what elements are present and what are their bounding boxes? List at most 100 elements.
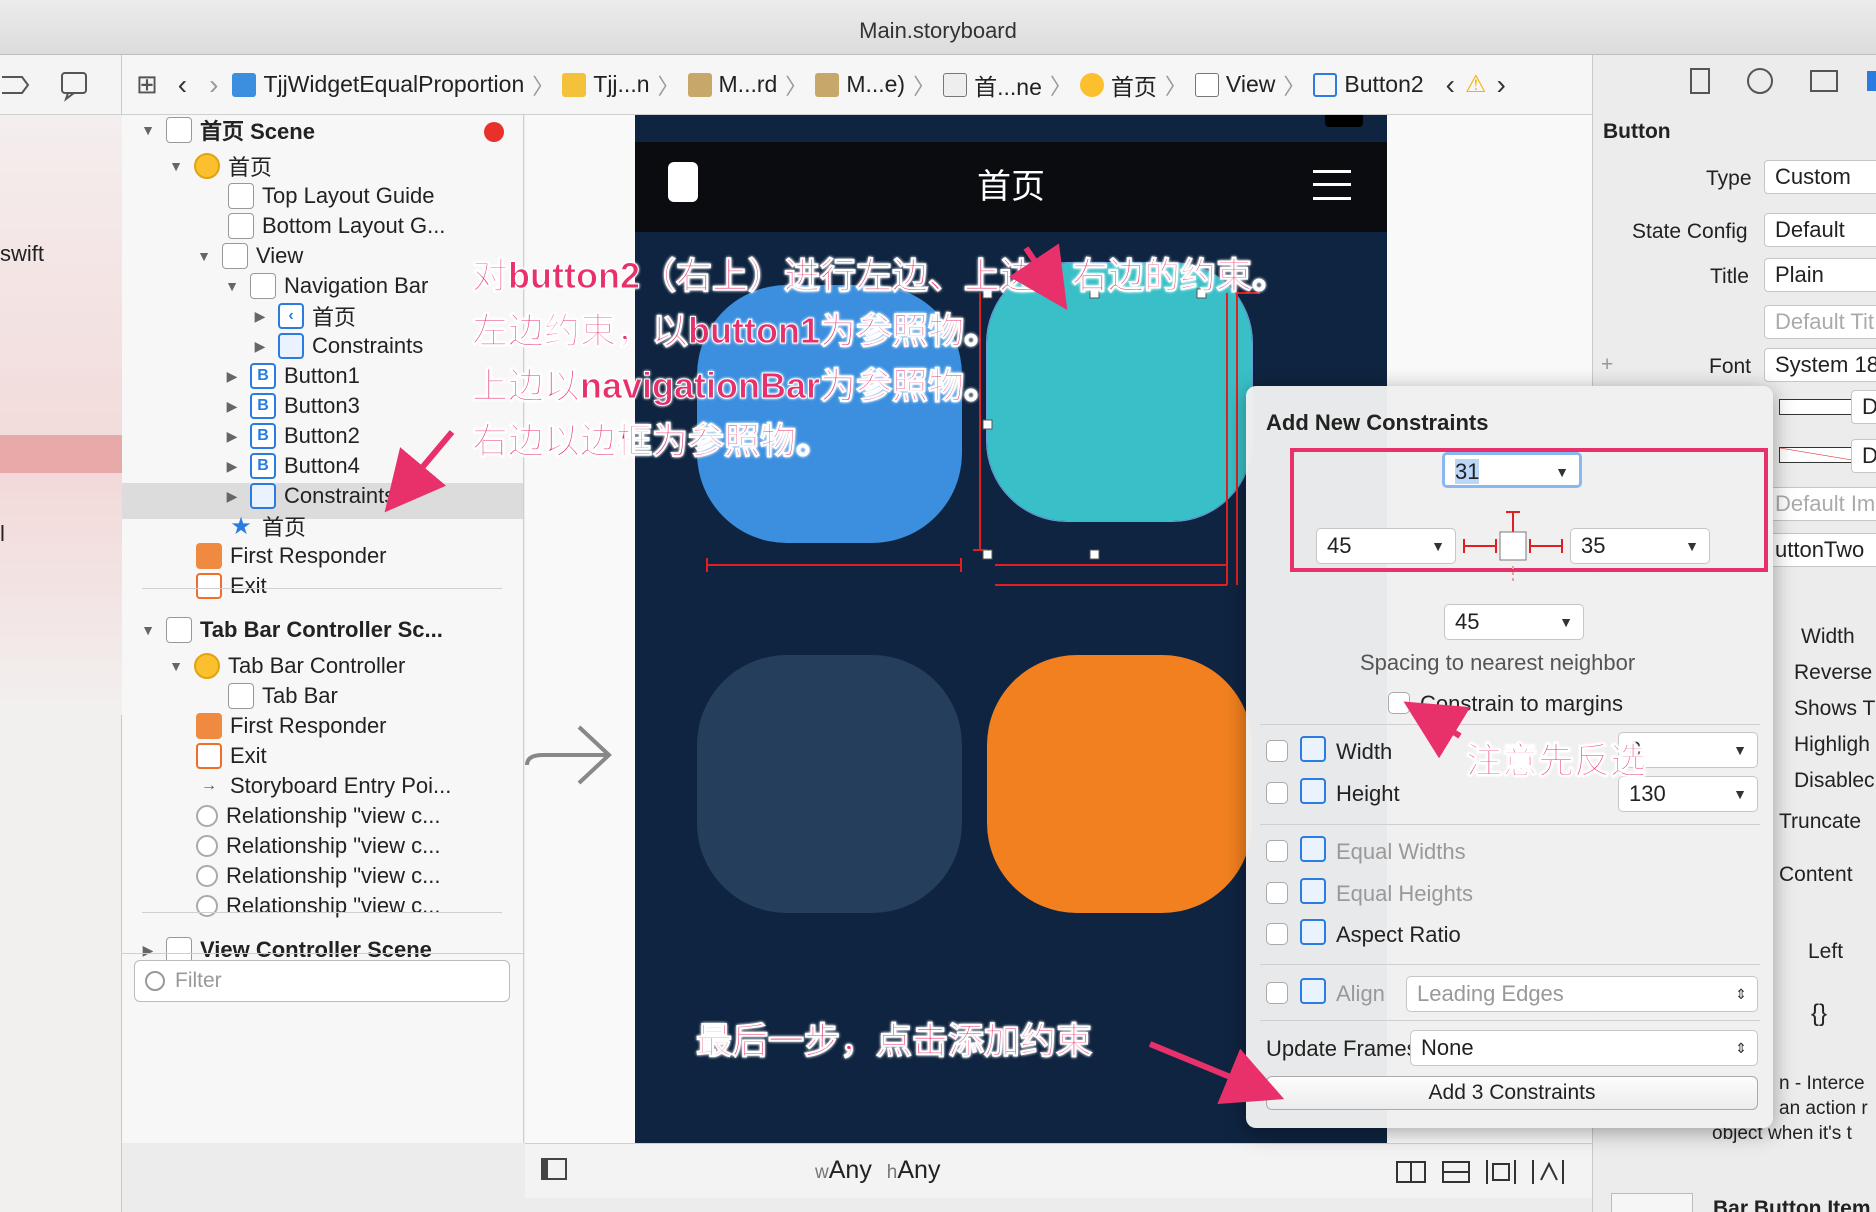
jumpbar-button2[interactable]: Button2 [1313, 71, 1424, 98]
annotation-line-2: 左边约束，以button1为参照物。 [472, 310, 1001, 352]
first-responder-icon [196, 543, 222, 569]
top-spacing-field[interactable]: 31 ▼ [1442, 452, 1582, 488]
related-items-icon[interactable]: ⊞ [136, 69, 158, 100]
library-item-thumb[interactable] [1611, 1193, 1693, 1212]
outline-row[interactable]: Exit [196, 568, 267, 604]
jumpbar-scene[interactable]: 首...ne [943, 68, 1042, 102]
exit-icon [196, 743, 222, 769]
constrain-to-margins-checkbox[interactable] [1388, 692, 1410, 714]
aspect-ratio-label: Aspect Ratio [1336, 922, 1461, 947]
outline-row[interactable]: ▼ 首页 Scene [140, 112, 315, 148]
inspector-tabs[interactable] [1593, 55, 1876, 115]
background-field[interactable]: uttonTwo [1764, 533, 1876, 567]
align-checkbox[interactable] [1266, 982, 1288, 1004]
highlighted-checkbox-label[interactable]: Highligh [1794, 733, 1870, 757]
filter-icon [145, 971, 165, 991]
type-select[interactable]: Custom [1764, 160, 1876, 194]
navigator-selected-row[interactable] [0, 435, 122, 473]
relationship-icon [196, 835, 218, 857]
update-frames-select[interactable]: None ⇕ [1410, 1030, 1758, 1066]
toggle-outline-icon[interactable] [541, 1158, 567, 1180]
jumpbar-storyboard[interactable]: M...rd [687, 71, 777, 98]
annotation-line-3: 上边以navigationBar为参照物。 [471, 365, 1001, 407]
width-label: Width [1336, 739, 1393, 764]
text-color-select[interactable]: De [1851, 390, 1876, 424]
size-class-selector[interactable]: wAny hAny [815, 1156, 940, 1185]
relationship-icon [196, 865, 218, 887]
constraints-icon [278, 333, 304, 359]
file-label[interactable]: l [0, 521, 5, 547]
line-break-select[interactable]: Truncate [1779, 810, 1861, 834]
state-config-select[interactable]: Default [1764, 213, 1876, 247]
jump-bar: ⊞ ‹ › TjjWidgetEqualProportion 〉 Tjj...n 〉… [122, 55, 1592, 115]
disabled-checkbox-label[interactable]: Disablec [1794, 769, 1875, 793]
outline-row[interactable]: ▼ Tab Bar Controller Sc... [140, 612, 443, 648]
document-outline: ▼ 首页 Scene ▼ 首页 Top Layout Guide Bottom La… [122, 115, 524, 1143]
jumpbar-project[interactable]: TjjWidgetEqualProportion [232, 71, 524, 98]
title-label: Title [1710, 265, 1749, 288]
title-select[interactable]: Plain [1764, 258, 1876, 292]
button-icon [1313, 72, 1338, 97]
leading-spacing-field[interactable]: 45 ▼ [1316, 528, 1456, 564]
outline-filter[interactable]: Filter [134, 960, 510, 1002]
title-field[interactable]: Default Tit [1764, 305, 1876, 339]
forward-icon[interactable]: › [209, 69, 218, 101]
aspect-ratio-checkbox[interactable] [1266, 923, 1288, 945]
inspector-section-title: Button [1603, 120, 1671, 143]
reverse-checkbox-label[interactable]: Reverse [1794, 661, 1872, 685]
font-field[interactable]: System 18 [1764, 348, 1876, 382]
description-line-2: an action r [1779, 1098, 1868, 1119]
warning-icon[interactable]: ⚠ [1465, 70, 1487, 99]
add-constraints-button[interactable]: Add 3 Constraints [1266, 1076, 1758, 1110]
annotation-line-1: 对button2（右上）进行左边、上边、右边的约束。 [472, 255, 1289, 297]
view-icon [1194, 72, 1219, 97]
bottom-spacing-field[interactable]: 45 ▼ [1444, 604, 1584, 640]
swift-file-label[interactable]: swift [0, 241, 44, 267]
shows-touch-checkbox-label[interactable]: Shows T [1794, 697, 1875, 721]
align-icon [1300, 978, 1326, 1004]
error-icon[interactable] [484, 122, 504, 142]
jumpbar-folder[interactable]: Tjj...n [562, 71, 650, 98]
view-icon [222, 243, 248, 269]
folder-icon [562, 72, 587, 97]
equal-widths-label: Equal Widths [1336, 839, 1466, 864]
equal-widths-checkbox[interactable] [1266, 840, 1288, 862]
height-checkbox[interactable] [1266, 782, 1288, 804]
trailing-spacing-field[interactable]: 35 ▼ [1570, 528, 1710, 564]
annotation-final-step: 最后一步，点击添加约束 [695, 1020, 1093, 1062]
align-select[interactable]: Leading Edges ⇕ [1406, 976, 1758, 1012]
back-icon[interactable]: ‹ [178, 69, 187, 101]
constraints-icon [250, 483, 276, 509]
navigator-icons[interactable] [0, 55, 122, 115]
scene-icon [166, 117, 192, 143]
width-checkbox[interactable] [1266, 740, 1288, 762]
next-issue-icon[interactable]: › [1497, 69, 1506, 101]
jumpbar-view-controller[interactable]: 首页 [1079, 68, 1157, 102]
outline-row[interactable]: Relationship "view c... [196, 888, 440, 924]
align-label: Align [1336, 981, 1385, 1006]
add-variation-icon[interactable]: + [1601, 353, 1613, 377]
jumpbar-storyboard-base[interactable]: M...e) [815, 71, 905, 98]
aspect-ratio-icon [1300, 919, 1326, 945]
button-icon: B [250, 393, 276, 419]
layout-guide-icon [228, 183, 254, 209]
popover-title: Add New Constraints [1266, 410, 1489, 435]
shadow-color-select[interactable]: De [1851, 439, 1876, 473]
star-icon: ★ [230, 512, 252, 540]
equal-heights-label: Equal Heights [1336, 881, 1473, 906]
layout-guide-icon [228, 213, 254, 239]
view-controller-icon [1079, 72, 1104, 97]
braces-icon[interactable]: {} [1811, 1000, 1827, 1028]
navigation-bar-icon [250, 273, 276, 299]
autolayout-toolbar[interactable] [1387, 1152, 1587, 1192]
prev-issue-icon[interactable]: ‹ [1446, 69, 1455, 101]
equal-heights-checkbox[interactable] [1266, 882, 1288, 904]
jumpbar-view[interactable]: View [1194, 71, 1275, 98]
first-responder-icon [196, 713, 222, 739]
font-label: Font [1709, 355, 1752, 378]
description-line-1: n - Interce [1779, 1073, 1865, 1094]
scene-icon [943, 72, 968, 97]
image-field[interactable]: Default Im [1764, 487, 1876, 521]
alignment-left-label: Left [1808, 940, 1844, 963]
exit-icon [196, 573, 222, 599]
